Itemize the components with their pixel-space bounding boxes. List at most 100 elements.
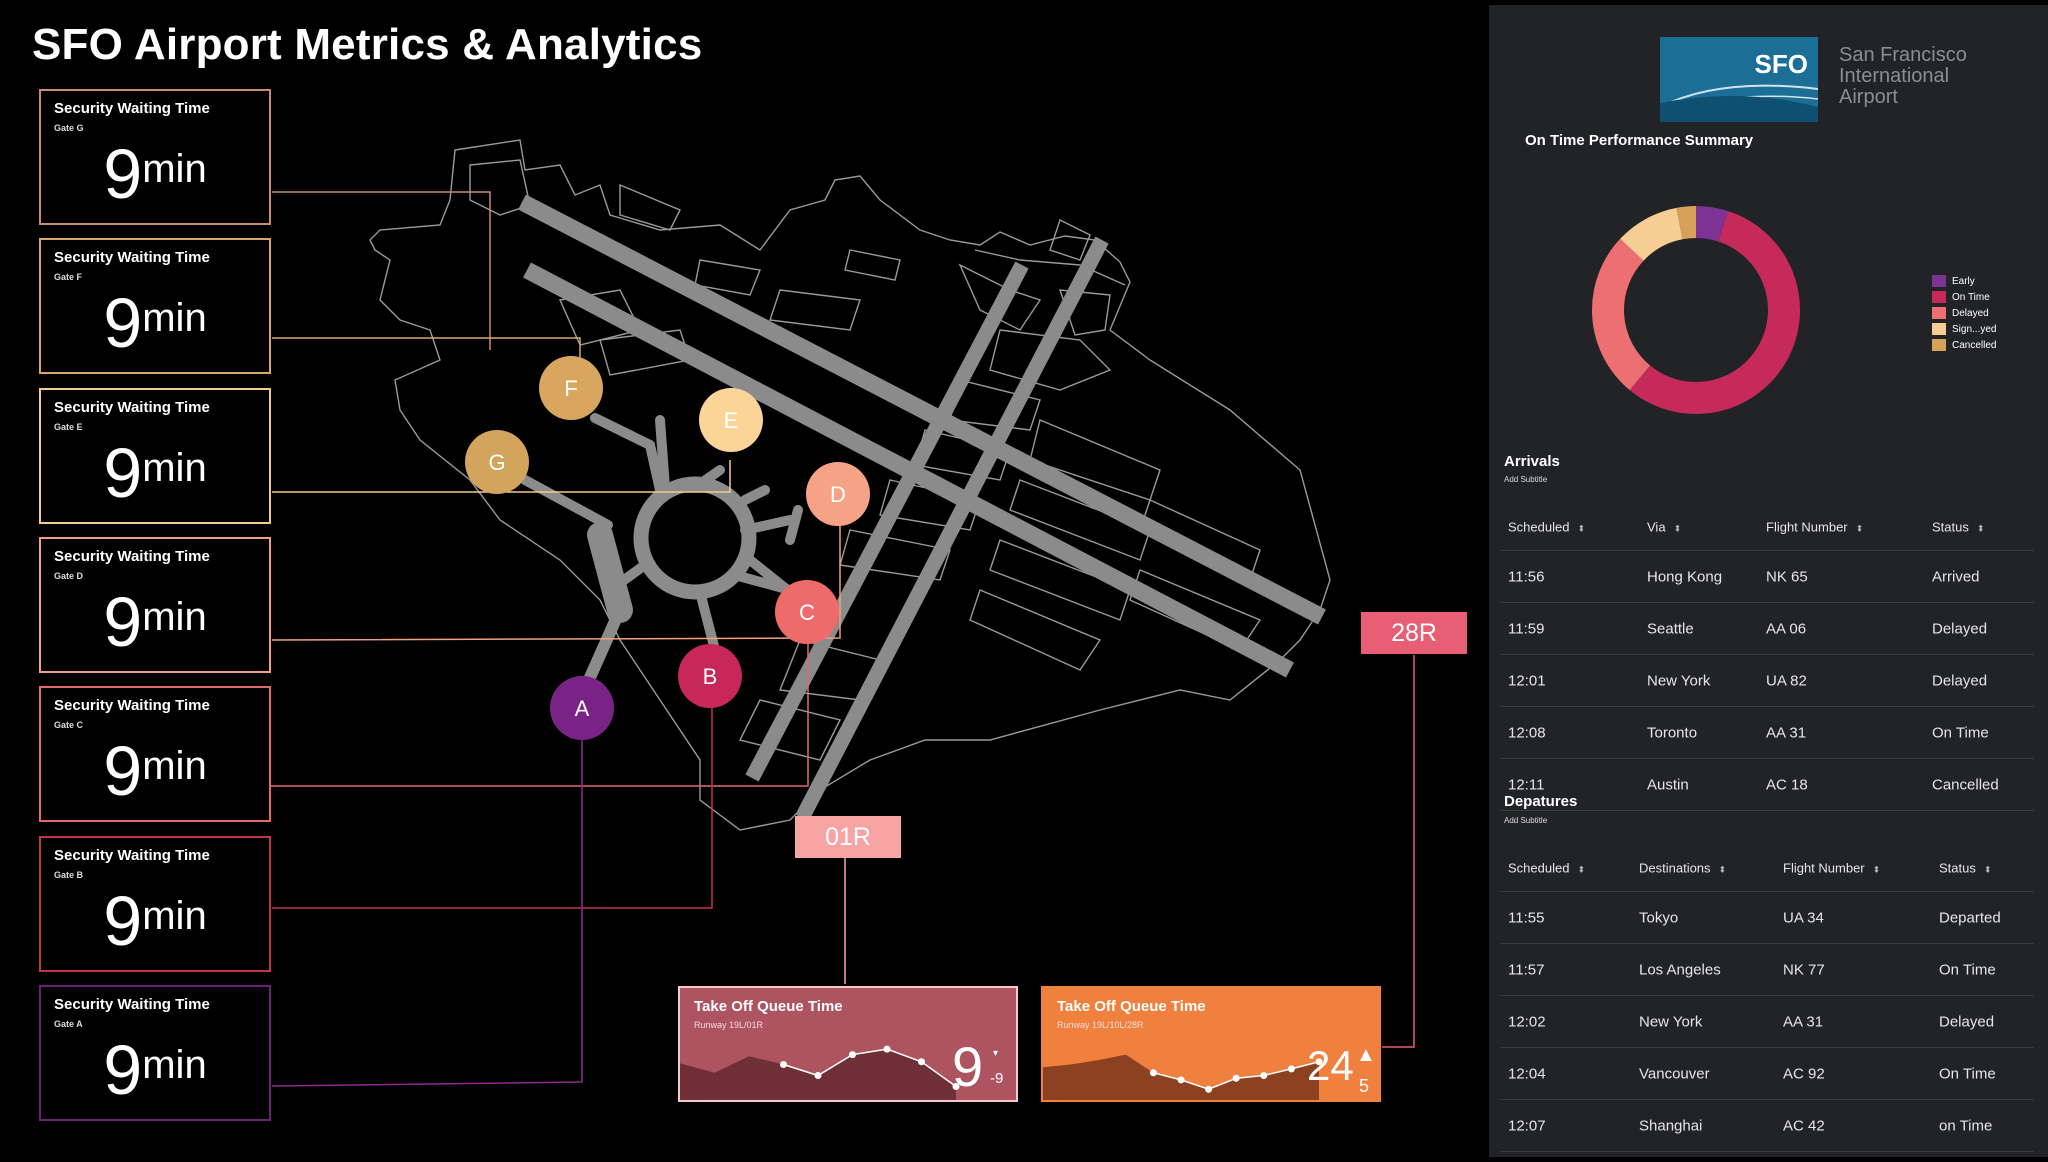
gate-letter: C: [799, 600, 815, 625]
takeoff-queue-panel-28r[interactable]: Take Off Queue Time Runway 19L/10L/28R 2…: [1041, 986, 1381, 1102]
table-cell: Cancelled: [1932, 776, 1999, 793]
table-cell: Los Angeles: [1639, 961, 1721, 978]
table-cell: Hong Kong: [1647, 568, 1723, 585]
legend-swatch: [1932, 291, 1946, 303]
takeoff-queue-panel-01r[interactable]: Take Off Queue Time Runway 19L/01R 9 -9 …: [678, 986, 1018, 1102]
table-cell: AC 42: [1783, 1117, 1825, 1134]
security-wait-card[interactable]: Security Waiting Time Gate B 9min: [39, 836, 271, 972]
sort-icon[interactable]: ⬍: [1977, 524, 1985, 534]
table-row[interactable]: 12:07 Shanghai AC 42 on Time: [1501, 1100, 2034, 1152]
table-cell: On Time: [1939, 961, 1996, 978]
runway-label: 01R: [825, 823, 871, 851]
table-row[interactable]: 11:56 Hong Kong NK 65 Arrived: [1501, 551, 2034, 603]
right-panel: SFO San Francisco International Airport …: [1489, 5, 2048, 1157]
sort-icon[interactable]: ⬍: [1873, 865, 1881, 875]
card-gate: Gate D: [54, 571, 84, 581]
security-wait-card[interactable]: Security Waiting Time Gate C 9min: [39, 686, 271, 822]
column-header[interactable]: Status ⬍: [1939, 861, 1991, 876]
table-row[interactable]: 12:08 Toronto AA 31 On Time: [1501, 707, 2034, 759]
sort-icon[interactable]: ⬍: [1577, 865, 1585, 875]
column-header[interactable]: Scheduled ⬍: [1508, 861, 1585, 876]
table-cell: On Time: [1939, 1065, 1996, 1082]
gate-marker-f[interactable]: F: [539, 356, 603, 420]
arrivals-subtitle: Add Subtitle: [1504, 475, 1548, 484]
legend-swatch: [1932, 323, 1946, 335]
wait-unit: min: [142, 595, 207, 639]
logo-word: International: [1839, 65, 1950, 87]
takeoff-delta: 5: [1359, 1076, 1370, 1096]
column-header-label: Flight Number: [1783, 860, 1865, 876]
sort-icon[interactable]: ⬍: [1856, 524, 1864, 534]
donut-slice-sign-yed[interactable]: [1620, 207, 1684, 262]
runway-tag-01r[interactable]: 01R: [795, 816, 901, 858]
security-wait-card[interactable]: Security Waiting Time Gate E 9min: [39, 388, 271, 524]
terminal: [520, 413, 805, 706]
security-wait-card[interactable]: Security Waiting Time Gate G 9min: [39, 89, 271, 225]
table-row[interactable]: 12:01 New York UA 82 Delayed: [1501, 655, 2034, 707]
table-cell: NK 77: [1783, 961, 1825, 978]
legend-item[interactable]: Cancelled: [1932, 337, 1996, 353]
sparkline-point: [814, 1072, 822, 1079]
donut-slice-cancelled[interactable]: [1676, 206, 1697, 240]
column-header[interactable]: Scheduled ⬍: [1508, 520, 1585, 535]
runway-tag-28r[interactable]: 28R: [1361, 612, 1467, 654]
security-wait-card[interactable]: Security Waiting Time Gate A 9min: [39, 985, 271, 1121]
table-cell: AA 06: [1766, 620, 1807, 637]
legend-swatch: [1932, 307, 1946, 319]
gate-marker-d[interactable]: D: [806, 462, 870, 526]
legend-label: Sign...yed: [1952, 323, 1997, 335]
wait-unit: min: [142, 296, 207, 340]
security-wait-card[interactable]: Security Waiting Time Gate F 9min: [39, 238, 271, 374]
legend-item[interactable]: Early: [1932, 273, 1996, 289]
runway-label: 28R: [1391, 619, 1437, 647]
table-row[interactable]: 12:11 Austin AC 18 Cancelled: [1501, 759, 2034, 811]
gate-letter: B: [703, 664, 718, 689]
card-gate: Gate F: [54, 272, 83, 282]
sort-icon[interactable]: ⬍: [1674, 524, 1682, 534]
sort-icon[interactable]: ⬍: [1577, 524, 1585, 534]
security-wait-card[interactable]: Security Waiting Time Gate D 9min: [39, 537, 271, 673]
table-row[interactable]: 11:57 Los Angeles NK 77 On Time: [1501, 944, 2034, 996]
table-cell: 11:55: [1508, 909, 1545, 926]
table-row[interactable]: 11:59 Seattle AA 06 Delayed: [1501, 603, 2034, 655]
column-header-label: Scheduled: [1508, 860, 1570, 876]
column-header[interactable]: Destinations ⬍: [1639, 861, 1726, 876]
donut-slice-on-time[interactable]: [1629, 211, 1800, 414]
table-cell: 12:11: [1508, 776, 1545, 793]
sort-icon[interactable]: ⬍: [1719, 865, 1727, 875]
gate-marker-a[interactable]: A: [550, 676, 614, 740]
column-header[interactable]: Flight Number ⬍: [1783, 861, 1880, 876]
card-label: Security Waiting Time: [54, 996, 210, 1013]
column-header-label: Via: [1647, 519, 1666, 535]
legend-swatch: [1932, 339, 1946, 351]
legend-item[interactable]: On Time: [1932, 289, 1996, 305]
donut-slice-early[interactable]: [1695, 206, 1729, 242]
arrivals-table: Scheduled ⬍ Via ⬍ Flight Number ⬍ Status ⬍ 11:56…: [1501, 504, 2034, 811]
table-row[interactable]: 12:04 Vancouver AC 92 On Time: [1501, 1048, 2034, 1100]
table-cell: Arrived: [1932, 568, 1980, 585]
gate-marker-c[interactable]: C: [775, 580, 839, 644]
card-label: Security Waiting Time: [54, 847, 210, 864]
column-header[interactable]: Via ⬍: [1647, 520, 1681, 535]
table-cell: AA 31: [1766, 724, 1807, 741]
legend-label: Cancelled: [1952, 339, 1997, 351]
card-gate: Gate E: [54, 422, 83, 432]
gate-marker-b[interactable]: B: [678, 644, 742, 708]
legend-item[interactable]: Delayed: [1932, 305, 1996, 321]
table-cell: AC 92: [1783, 1065, 1825, 1082]
table-row[interactable]: 11:55 Tokyo UA 34 Departed: [1501, 892, 2034, 944]
card-label: Security Waiting Time: [54, 399, 210, 416]
table-cell: Vancouver: [1639, 1065, 1710, 1082]
column-header[interactable]: Status ⬍: [1932, 520, 1984, 535]
wait-value: 9: [103, 1031, 143, 1109]
sparkline-point: [918, 1058, 925, 1066]
gate-marker-e[interactable]: E: [699, 388, 763, 452]
sort-icon[interactable]: ⬍: [1984, 865, 1992, 875]
wait-value: 9: [103, 882, 143, 960]
column-header[interactable]: Flight Number ⬍: [1766, 520, 1863, 535]
table-cell: New York: [1639, 1013, 1703, 1030]
table-row[interactable]: 12:02 New York AA 31 Delayed: [1501, 996, 2034, 1048]
donut-slice-delayed[interactable]: [1592, 238, 1651, 391]
legend-item[interactable]: Sign...yed: [1932, 321, 1996, 337]
gate-marker-g[interactable]: G: [465, 430, 529, 494]
